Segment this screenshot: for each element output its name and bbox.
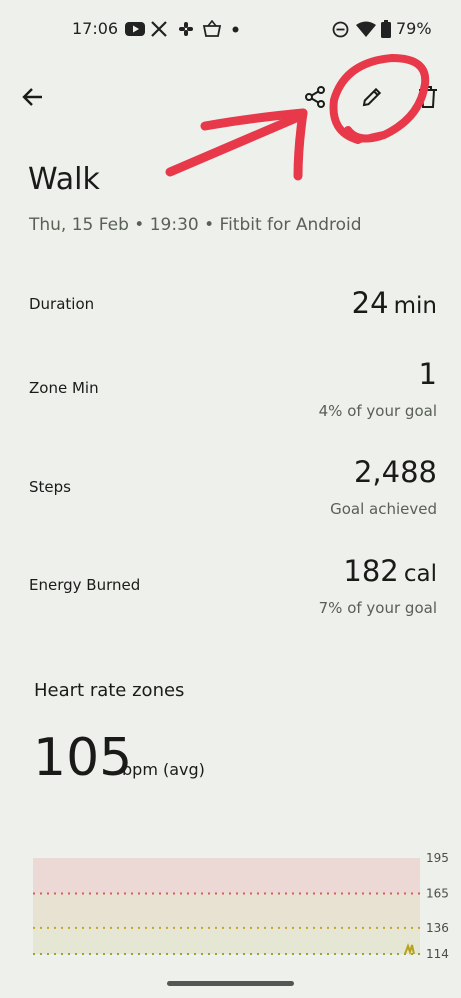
gesture-bar[interactable] xyxy=(167,981,294,986)
energy-value: 182 cal xyxy=(343,554,437,588)
steps-number: 2,488 xyxy=(353,455,437,489)
y-tick-label-136: 136 xyxy=(426,921,449,935)
heart-rate-zone-chart: 195 165 136 114 xyxy=(33,851,449,960)
heart-rate-avg-unit: bpm (avg) xyxy=(122,760,205,779)
heart-rate-avg-value: 105 xyxy=(33,728,133,788)
y-tick-label-114: 114 xyxy=(426,947,449,960)
duration-number: 24 xyxy=(351,286,389,320)
energy-unit: cal xyxy=(403,561,437,587)
zone-min-label: Zone Min xyxy=(29,379,99,397)
peak-zone-band xyxy=(33,858,420,894)
y-tick-label-165: 165 xyxy=(426,887,449,901)
heart-rate-heading: Heart rate zones xyxy=(34,680,185,701)
zone-min-number: 1 xyxy=(418,357,437,391)
cardio-zone-band xyxy=(33,893,420,928)
activity-subtitle: Thu, 15 Feb • 19:30 • Fitbit for Android xyxy=(29,215,362,235)
steps-goal: Goal achieved xyxy=(330,500,437,518)
annotation-arrow xyxy=(165,108,308,181)
page-title: Walk xyxy=(28,162,100,197)
energy-label: Energy Burned xyxy=(29,576,141,594)
duration-label: Duration xyxy=(29,295,95,313)
energy-number: 182 xyxy=(343,554,399,588)
annotation-circle xyxy=(329,53,430,144)
zone-min-value: 1 xyxy=(419,357,437,391)
zone-min-goal: 4% of your goal xyxy=(318,402,437,420)
duration-unit: min xyxy=(393,293,437,319)
fat-burn-zone-band xyxy=(33,927,420,954)
y-tick-label-195: 195 xyxy=(426,851,449,865)
energy-goal: 7% of your goal xyxy=(318,599,437,617)
steps-value: 2,488 xyxy=(354,455,437,489)
duration-value: 24 min xyxy=(352,286,437,320)
steps-label: Steps xyxy=(29,478,71,496)
